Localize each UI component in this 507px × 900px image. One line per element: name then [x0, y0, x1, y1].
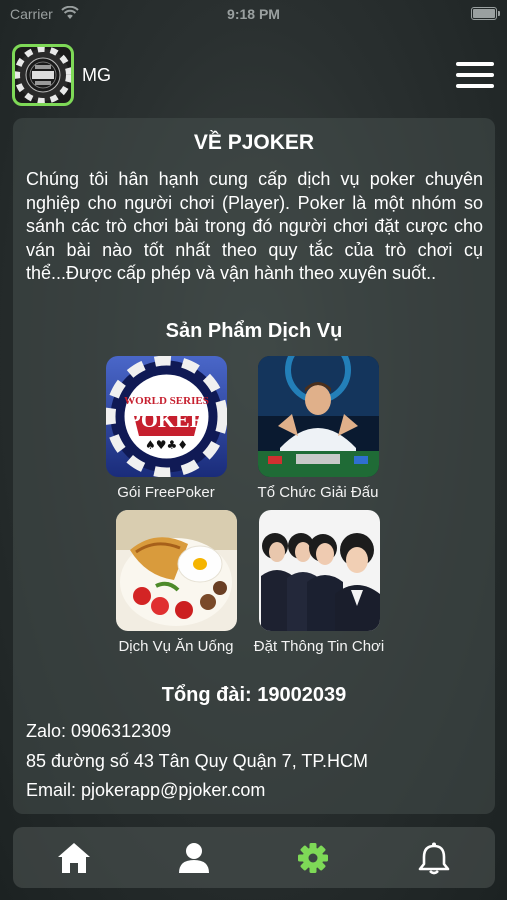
hotline[interactable]: Tổng đài: 19002039 — [13, 684, 495, 707]
app-header: MG — [0, 40, 507, 110]
service-food[interactable]: Dịch Vụ Ăn Uống — [101, 510, 251, 655]
service-label: Đặt Thông Tin Chơi — [253, 638, 385, 655]
service-label: Dịch Vụ Ăn Uống — [118, 638, 234, 655]
user-icon[interactable] — [176, 841, 212, 875]
services-title: Sản Phẩm Dịch Vụ — [165, 320, 343, 342]
zalo-contact[interactable]: Zalo: 0906312309 — [26, 721, 171, 742]
status-bar: Carrier 9:18 PM — [0, 0, 507, 28]
wsop-logo-line1: WORLD SERIES — [124, 395, 209, 407]
service-label: Gói FreePoker — [117, 484, 215, 501]
tab-bar — [13, 827, 495, 888]
gear-icon[interactable] — [295, 841, 331, 875]
content-card: VỀ PJOKER Chúng tôi hân hạnh cung cấp dị… — [13, 118, 495, 814]
service-booking[interactable]: Đặt Thông Tin Chơi — [244, 510, 394, 655]
call-center-staff-image — [258, 510, 380, 631]
bell-icon[interactable] — [416, 841, 452, 875]
food-plate-image — [115, 510, 237, 631]
svg-text:♠♥♣♦: ♠♥♣♦ — [144, 438, 187, 452]
service-tournament[interactable]: Tổ Chức Giải Đấu — [243, 356, 393, 501]
hamburger-menu-icon[interactable] — [456, 62, 494, 90]
app-name: MG — [82, 65, 111, 85]
about-description: Chúng tôi hân hạnh cung cấp dịch vụ poke… — [26, 169, 483, 283]
service-label: Tổ Chức Giải Đấu — [257, 484, 379, 501]
home-icon[interactable] — [56, 841, 92, 875]
wsop-logo-line2: POKER — [127, 407, 206, 432]
email-contact[interactable]: Email: pjokerapp@pjoker.com — [26, 780, 265, 801]
address-text: 85 đường số 43 Tân Quy Quận 7, TP.HCM — [26, 751, 369, 771]
world-series-poker-image: WORLD SERIES POKER ♠♥♣♦ — [105, 356, 227, 477]
poker-chip-logo-icon[interactable] — [12, 44, 74, 106]
service-freepoker[interactable]: WORLD SERIES POKER ♠♥♣♦ Gói FreePoker — [91, 356, 241, 501]
battery-icon — [471, 7, 500, 20]
about-title: VỀ PJOKER — [193, 131, 315, 154]
poker-tournament-image — [257, 356, 379, 477]
status-time: 9:18 PM — [227, 6, 280, 22]
